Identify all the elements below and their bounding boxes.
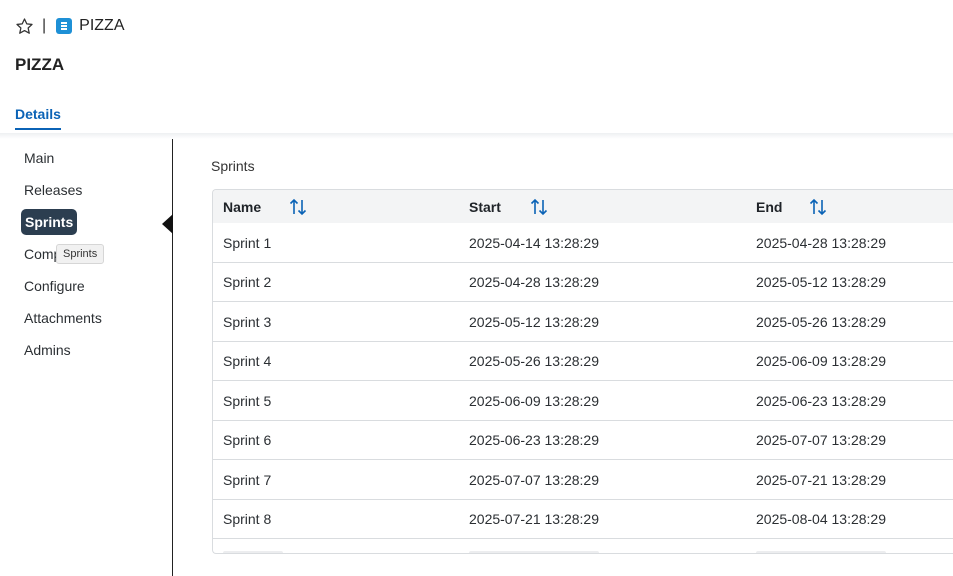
column-header-start[interactable]: Start xyxy=(469,190,501,223)
column-header-end[interactable]: End xyxy=(756,190,782,223)
cell-end: 2025-05-26 13:28:29 xyxy=(756,313,886,330)
table-row[interactable]: Sprint 1 2025-04-14 13:28:29 2025-04-28 … xyxy=(213,223,953,263)
sort-arrows-icon[interactable] xyxy=(807,196,829,218)
cell-start: 2025-07-21 13:28:29 xyxy=(469,511,599,527)
star-outline-icon[interactable] xyxy=(14,16,34,36)
clipped-cell xyxy=(223,551,283,553)
tooltip: Sprints xyxy=(56,244,105,264)
column-header-name[interactable]: Name xyxy=(223,190,261,223)
cell-start: 2025-04-28 13:28:29 xyxy=(469,274,599,290)
sidebar-item-sprints[interactable]: Sprints xyxy=(20,206,160,238)
cell-end: 2025-04-28 13:28:29 xyxy=(756,234,886,251)
sort-arrows-icon[interactable] xyxy=(528,196,550,218)
clipped-cell xyxy=(756,551,886,553)
cell-name: Sprint 4 xyxy=(223,353,272,369)
table-row[interactable]: Sprint 2 2025-04-28 13:28:29 2025-05-12 … xyxy=(213,263,953,302)
cell-end: 2025-05-12 13:28:29 xyxy=(756,274,886,290)
cell-name: Sprint 6 xyxy=(223,432,272,448)
sidebar-item-attachments[interactable]: Attachments xyxy=(20,302,160,334)
sidebar-item-main[interactable]: Main xyxy=(20,142,160,174)
sidebar-item-configure[interactable]: Configure xyxy=(20,270,160,302)
project-board-icon xyxy=(56,18,73,34)
table-header: Name Start End xyxy=(213,190,953,223)
table-row[interactable]: Sprint 5 2025-06-09 13:28:29 2025-06-23 … xyxy=(213,381,953,421)
sprints-table: Name Start End Sprint 1 2025-04-14 13:28… xyxy=(212,189,953,554)
sidebar-divider[interactable] xyxy=(172,139,173,576)
cell-end: 2025-07-21 13:28:29 xyxy=(756,471,886,488)
cell-name: Sprint 2 xyxy=(223,274,272,290)
section-title: Sprints xyxy=(211,158,255,174)
cell-name: Sprint 8 xyxy=(223,511,272,527)
cell-name: Sprint 1 xyxy=(223,234,272,251)
cell-start: 2025-06-09 13:28:29 xyxy=(469,392,599,409)
cell-end: 2025-06-09 13:28:29 xyxy=(756,353,886,369)
table-row[interactable]: Sprint 7 2025-07-07 13:28:29 2025-07-21 … xyxy=(213,460,953,500)
cell-end: 2025-08-04 13:28:29 xyxy=(756,511,886,527)
page-title: PIZZA xyxy=(15,55,65,74)
sidebar-item-releases[interactable]: Releases xyxy=(20,174,160,206)
active-pointer-icon xyxy=(162,214,173,234)
table-row-clipped xyxy=(213,539,953,553)
cell-name: Sprint 3 xyxy=(223,313,272,330)
tab-details[interactable]: Details xyxy=(15,106,61,130)
clipped-cell xyxy=(469,551,599,553)
cell-name: Sprint 5 xyxy=(223,392,272,409)
table-row[interactable]: Sprint 3 2025-05-12 13:28:29 2025-05-26 … xyxy=(213,302,953,342)
cell-end: 2025-07-07 13:28:29 xyxy=(756,432,886,448)
cell-end: 2025-06-23 13:28:29 xyxy=(756,392,886,409)
sidebar-item-admins[interactable]: Admins xyxy=(20,334,160,366)
cell-start: 2025-04-14 13:28:29 xyxy=(469,234,599,251)
cell-start: 2025-07-07 13:28:29 xyxy=(469,471,599,488)
sort-arrows-icon[interactable] xyxy=(287,196,309,218)
tab-bar: Details xyxy=(15,106,61,130)
breadcrumb: | PIZZA xyxy=(14,14,125,38)
cell-start: 2025-05-26 13:28:29 xyxy=(469,353,599,369)
table-row[interactable]: Sprint 6 2025-06-23 13:28:29 2025-07-07 … xyxy=(213,421,953,460)
cell-name: Sprint 7 xyxy=(223,471,272,488)
tab-divider xyxy=(0,133,953,139)
table-row[interactable]: Sprint 8 2025-07-21 13:28:29 2025-08-04 … xyxy=(213,500,953,539)
table-row[interactable]: Sprint 4 2025-05-26 13:28:29 2025-06-09 … xyxy=(213,342,953,381)
breadcrumb-separator: | xyxy=(42,17,47,34)
breadcrumb-project[interactable]: PIZZA xyxy=(79,17,124,35)
cell-start: 2025-05-12 13:28:29 xyxy=(469,313,599,330)
cell-start: 2025-06-23 13:28:29 xyxy=(469,432,599,448)
